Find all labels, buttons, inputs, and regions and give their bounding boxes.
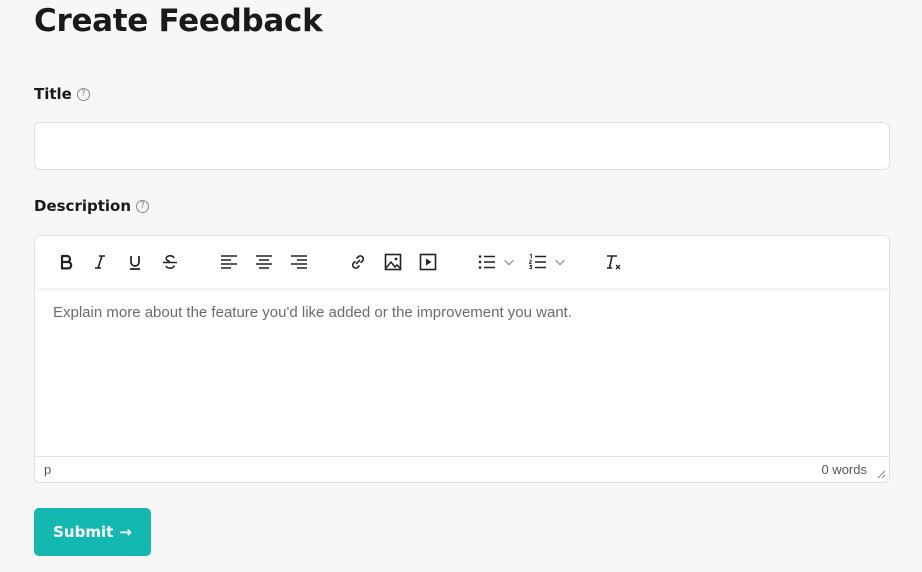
rich-text-editor: Explain more about the feature you'd lik… xyxy=(34,235,890,483)
underline-icon[interactable] xyxy=(123,250,147,274)
title-label-text: Title xyxy=(34,85,72,103)
word-count: 0 words xyxy=(821,462,867,477)
editor-statusbar: p 0 words xyxy=(35,456,889,482)
help-icon[interactable]: ? xyxy=(136,199,150,213)
submit-button[interactable]: Submit → xyxy=(34,508,151,556)
bold-icon[interactable] xyxy=(54,250,78,274)
align-center-icon[interactable] xyxy=(252,250,276,274)
element-path[interactable]: p xyxy=(44,462,51,477)
strikethrough-icon[interactable] xyxy=(158,250,182,274)
resize-handle-icon[interactable] xyxy=(876,469,886,479)
submit-label: Submit xyxy=(53,523,114,541)
title-input[interactable] xyxy=(34,122,890,170)
media-icon[interactable] xyxy=(416,250,440,274)
title-label: Title ? xyxy=(34,85,90,103)
chevron-down-icon[interactable] xyxy=(501,250,517,274)
page-title: Create Feedback xyxy=(34,3,323,39)
description-label-text: Description xyxy=(34,197,132,215)
link-icon[interactable] xyxy=(346,250,370,274)
clear-formatting-icon[interactable] xyxy=(601,250,625,274)
description-label: Description ? xyxy=(34,197,150,215)
chevron-down-icon[interactable] xyxy=(552,250,568,274)
help-icon[interactable]: ? xyxy=(76,87,90,101)
editor-content-area[interactable]: Explain more about the feature you'd lik… xyxy=(53,304,871,321)
align-left-icon[interactable] xyxy=(217,250,241,274)
editor-toolbar xyxy=(35,236,889,288)
bullet-list-icon[interactable] xyxy=(475,250,499,274)
numbered-list-icon[interactable] xyxy=(526,250,550,274)
align-right-icon[interactable] xyxy=(287,250,311,274)
description-placeholder: Explain more about the feature you'd lik… xyxy=(53,304,573,321)
image-icon[interactable] xyxy=(381,250,405,274)
italic-icon[interactable] xyxy=(88,250,112,274)
arrow-right-icon: → xyxy=(119,523,132,541)
